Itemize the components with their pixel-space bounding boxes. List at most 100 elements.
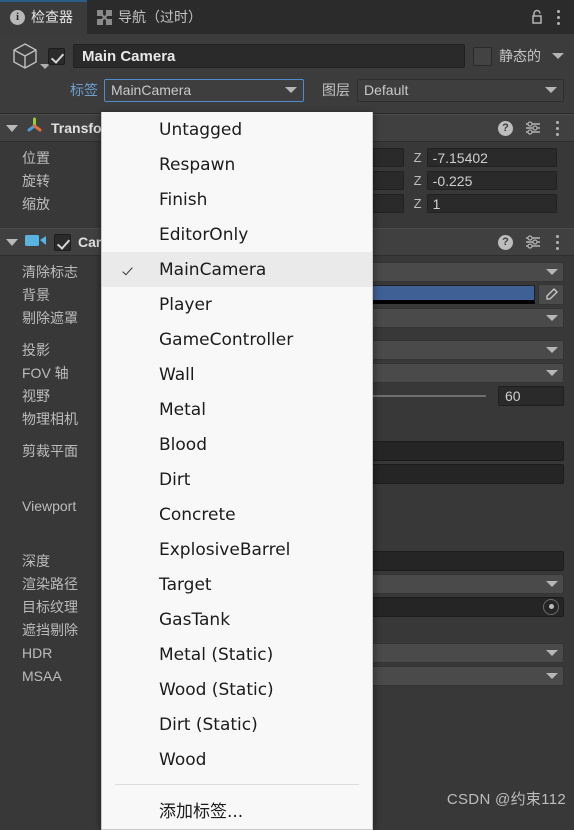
navigation-icon xyxy=(97,9,112,25)
static-label: 静态的 xyxy=(499,48,541,64)
foldout-arrow-icon[interactable] xyxy=(6,238,18,246)
tag-option-label: EditorOnly xyxy=(159,224,249,245)
add-tag-label: 添加标签... xyxy=(159,802,244,822)
tag-option-respawn[interactable]: Respawn xyxy=(102,147,372,182)
kebab-menu-icon[interactable] xyxy=(553,119,562,138)
rotation-z-input[interactable]: -0.225 xyxy=(426,171,557,190)
chevron-down-icon xyxy=(546,346,558,353)
property-label: 投影 xyxy=(22,341,50,358)
help-icon[interactable]: ? xyxy=(498,120,513,136)
foldout-arrow-icon[interactable] xyxy=(6,124,18,132)
property-label: HDR xyxy=(22,644,53,661)
tag-option-editoronly[interactable]: EditorOnly xyxy=(102,217,372,252)
help-icon[interactable]: ? xyxy=(498,234,513,250)
property-label: 剔除遮罩 xyxy=(22,309,78,326)
property-label: 深度 xyxy=(22,552,50,569)
gameobject-name-row: Main Camera 静态的 xyxy=(0,40,574,72)
gameobject-enabled-checkbox[interactable] xyxy=(48,47,65,65)
tag-option-metal[interactable]: Metal xyxy=(102,392,372,427)
tag-option-label: Player xyxy=(159,294,212,315)
tab-inspector[interactable]: i 检查器 xyxy=(0,0,87,34)
property-label: 目标纹理 xyxy=(22,598,78,615)
property-label: 位置 xyxy=(22,149,50,166)
object-picker-icon[interactable] xyxy=(543,598,559,615)
info-icon: i xyxy=(10,9,25,25)
eyedropper-icon[interactable] xyxy=(538,284,564,305)
component-tools-transform: ? xyxy=(498,119,574,138)
chevron-down-icon xyxy=(545,87,557,93)
cube-icon[interactable] xyxy=(8,40,50,72)
layer-dropdown[interactable]: Default xyxy=(357,78,564,102)
position-z-input[interactable]: -7.15402 xyxy=(426,148,557,167)
tag-dropdown-popup: Untagged Respawn Finish EditorOnly MainC… xyxy=(101,112,373,830)
tag-option-gastank[interactable]: GasTank xyxy=(102,602,372,637)
tag-option-wall[interactable]: Wall xyxy=(102,357,372,392)
tag-option-finish[interactable]: Finish xyxy=(102,182,372,217)
static-checkbox[interactable] xyxy=(473,46,492,66)
tag-label: 标签 xyxy=(70,82,98,98)
layer-label: 图层 xyxy=(322,82,350,98)
preset-sliders-icon[interactable] xyxy=(525,121,541,135)
tag-option-label: Wood (Static) xyxy=(159,679,274,700)
lock-open-icon[interactable] xyxy=(530,9,544,25)
tag-option-label: Respawn xyxy=(159,154,236,175)
tag-option-dirt[interactable]: Dirt xyxy=(102,462,372,497)
property-label: 背景 xyxy=(22,286,50,303)
tag-option-player[interactable]: Player xyxy=(102,287,372,322)
chevron-down-icon xyxy=(546,580,558,587)
tag-option-target[interactable]: Target xyxy=(102,567,372,602)
tag-option-label: ExplosiveBarrel xyxy=(159,539,291,560)
property-label: 物理相机 xyxy=(22,410,78,427)
chevron-down-icon xyxy=(546,369,558,376)
chevron-down-icon xyxy=(546,268,558,275)
tag-option-label: Concrete xyxy=(159,504,236,525)
tag-option-label: Untagged xyxy=(159,119,243,140)
chevron-down-icon xyxy=(546,314,558,321)
tag-option-dirt-static[interactable]: Dirt (Static) xyxy=(102,707,372,742)
tab-navigation-label: 导航（过时） xyxy=(118,9,202,25)
axis-label-z: Z xyxy=(413,173,422,188)
tag-option-untagged[interactable]: Untagged xyxy=(102,112,372,147)
tag-option-gamecontroller[interactable]: GameController xyxy=(102,322,372,357)
tag-option-explosivebarrel[interactable]: ExplosiveBarrel xyxy=(102,532,372,567)
chevron-down-icon xyxy=(40,64,50,69)
static-dropdown-chevron-icon[interactable] xyxy=(552,53,564,59)
property-label: 剪裁平面 xyxy=(22,442,78,459)
tag-option-label: Target xyxy=(159,574,212,595)
tag-option-label: Wood xyxy=(159,749,207,770)
unity-inspector-window: i 检查器 导航（过时） Main Camera 静态的 标签 MainCame… xyxy=(0,0,574,830)
tag-option-concrete[interactable]: Concrete xyxy=(102,497,372,532)
tag-option-add-tag[interactable]: 添加标签... xyxy=(102,792,372,827)
tag-option-label: Finish xyxy=(159,189,208,210)
tag-option-label: Dirt (Static) xyxy=(159,714,258,735)
checkmark-icon xyxy=(122,264,133,276)
tag-dropdown-value: MainCamera xyxy=(111,82,192,98)
field-of-view-input[interactable]: 60 xyxy=(498,385,564,406)
chevron-down-icon xyxy=(285,87,297,93)
tag-option-metal-static[interactable]: Metal (Static) xyxy=(102,637,372,672)
transform-gizmo-icon xyxy=(25,116,44,140)
preset-sliders-icon[interactable] xyxy=(525,235,541,249)
tag-option-maincamera[interactable]: MainCamera xyxy=(102,252,372,287)
axis-label-z: Z xyxy=(413,150,422,165)
property-label: 渲染路径 xyxy=(22,575,78,592)
scale-z-input[interactable]: 1 xyxy=(426,194,557,213)
gameobject-header: Main Camera 静态的 标签 MainCamera 图层 Default xyxy=(0,34,574,114)
tag-option-wood-static[interactable]: Wood (Static) xyxy=(102,672,372,707)
menu-divider xyxy=(115,784,359,785)
property-label: 遮挡剔除 xyxy=(22,621,78,638)
property-label: 视野 xyxy=(22,387,50,404)
kebab-menu-icon[interactable] xyxy=(553,233,562,252)
kebab-menu-icon[interactable] xyxy=(554,8,563,27)
gameobject-name-field[interactable]: Main Camera xyxy=(73,44,465,68)
tag-option-blood[interactable]: Blood xyxy=(102,427,372,462)
window-tab-actions xyxy=(530,0,574,34)
tab-navigation[interactable]: 导航（过时） xyxy=(87,0,216,34)
camera-enabled-checkbox[interactable] xyxy=(54,233,71,251)
property-label: FOV 轴 xyxy=(22,364,69,381)
tag-option-wood[interactable]: Wood xyxy=(102,742,372,777)
tag-option-label: GasTank xyxy=(159,609,231,630)
tag-option-label: MainCamera xyxy=(159,259,267,280)
layer-dropdown-value: Default xyxy=(364,82,409,98)
tag-dropdown[interactable]: MainCamera xyxy=(104,78,304,102)
